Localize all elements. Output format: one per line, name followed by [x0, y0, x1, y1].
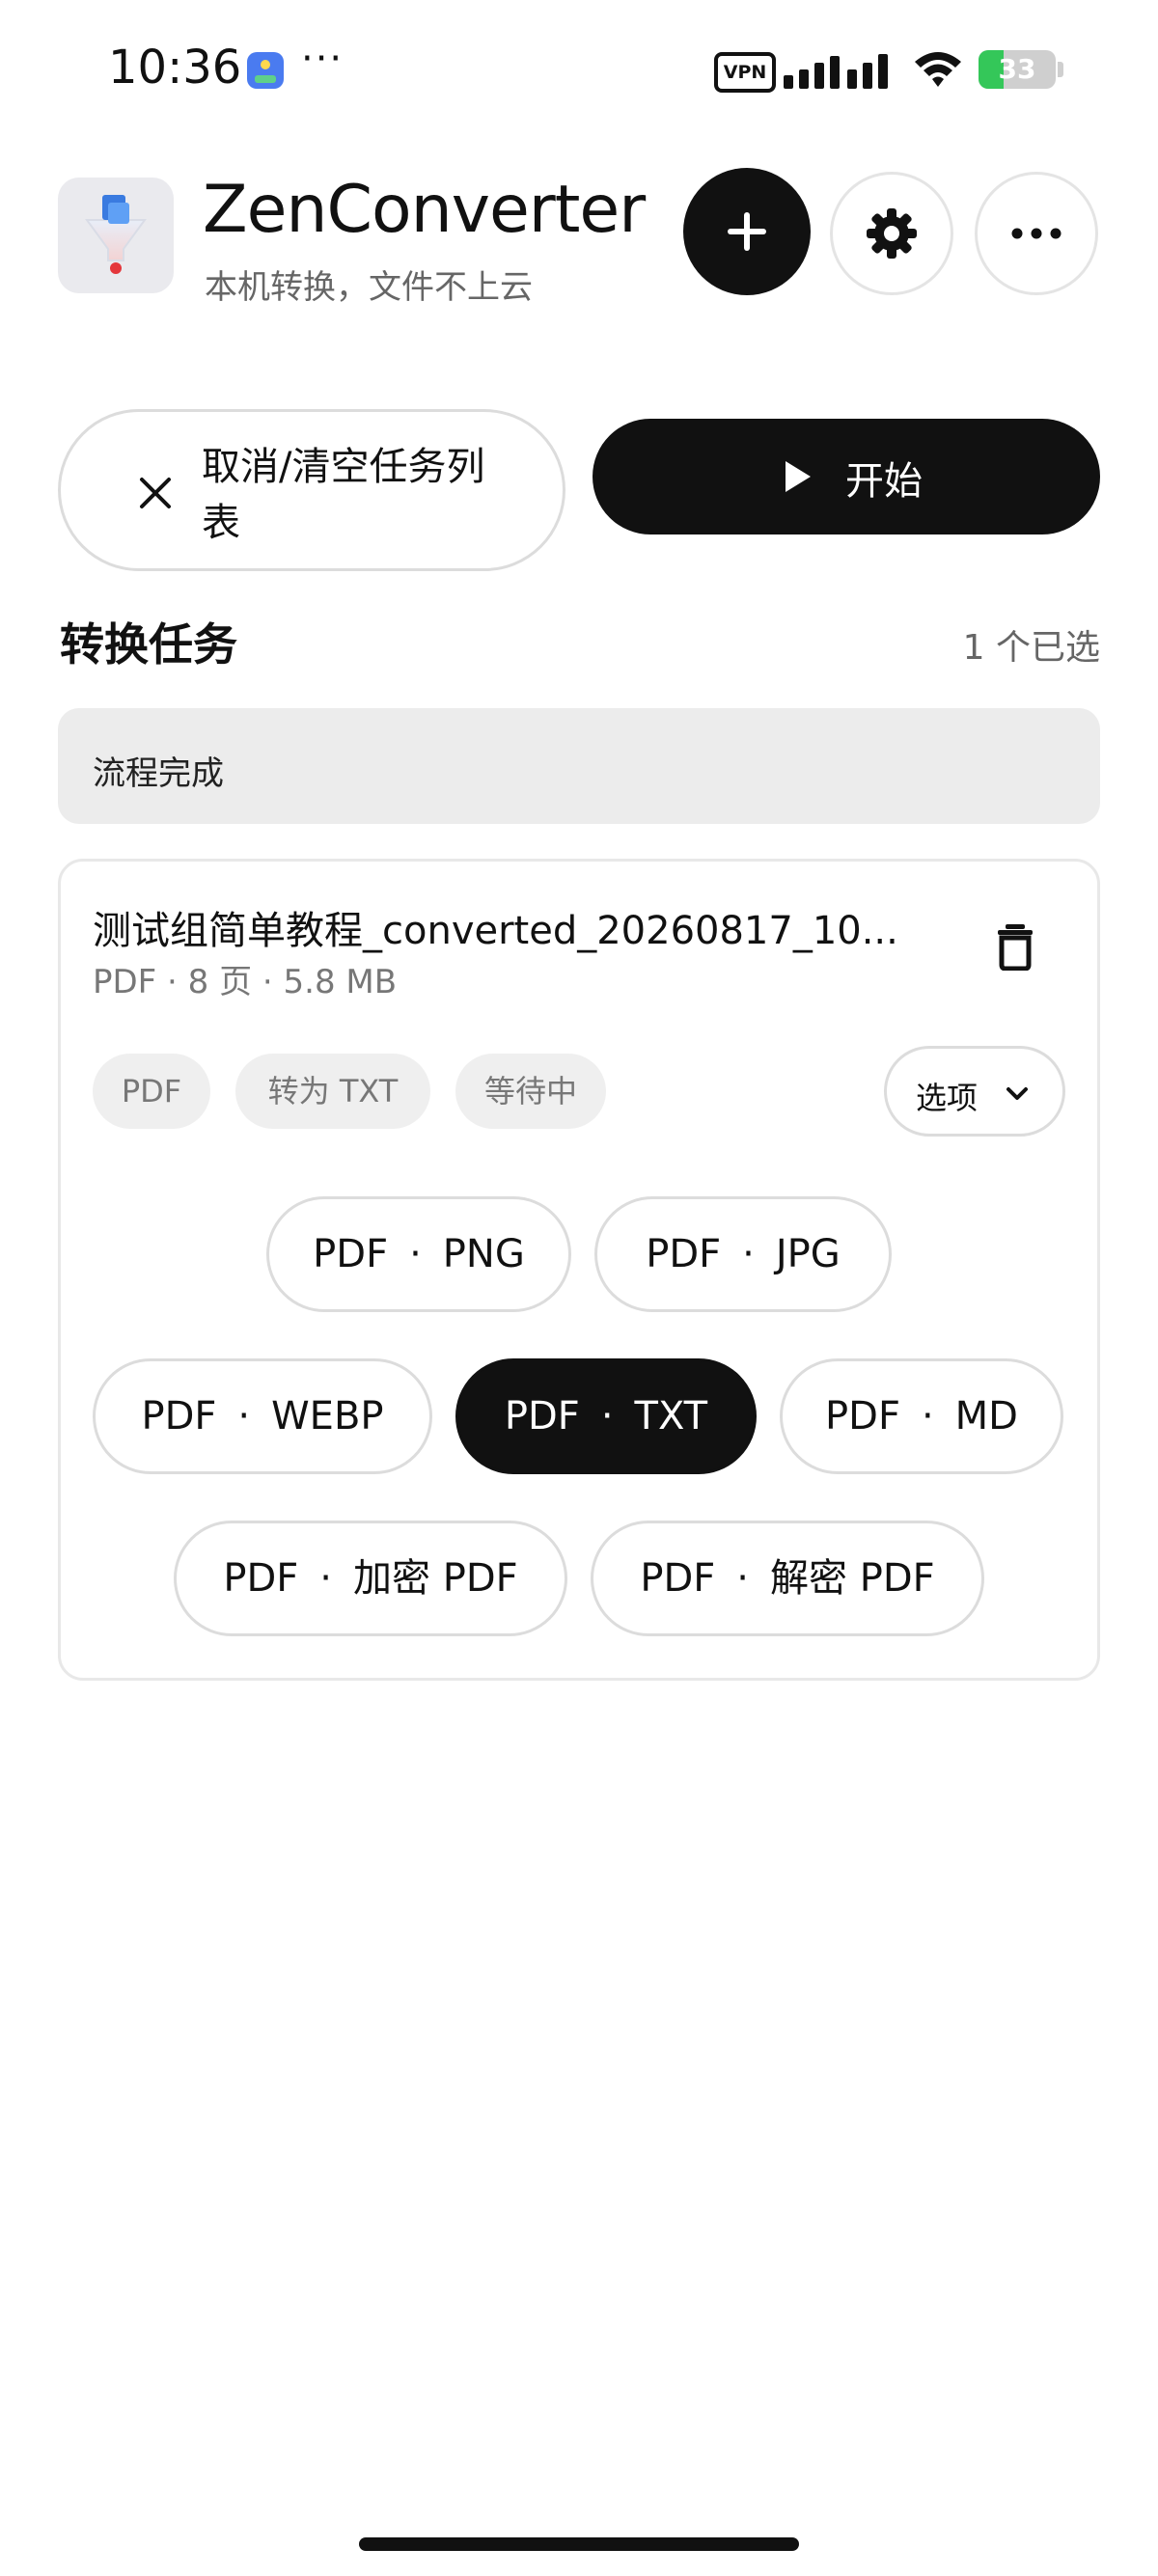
trash-icon[interactable]	[996, 922, 1034, 971]
add-file-button[interactable]	[683, 168, 811, 295]
file-meta: PDF · 8 页 · 5.8 MB	[93, 963, 398, 1001]
task-status-chip: 等待中	[455, 1054, 606, 1129]
format-option-md[interactable]: PDF · MD	[780, 1358, 1063, 1474]
more-icon	[1011, 228, 1062, 239]
status-message: 流程完成	[93, 754, 224, 793]
close-icon	[140, 478, 171, 508]
cancel-clear-tasks-button[interactable]: 取消/清空任务列表	[58, 409, 565, 571]
app-title: ZenConverter	[203, 172, 646, 248]
target-format-chip: 转为 TXT	[235, 1054, 430, 1129]
app-notification-icon	[247, 52, 284, 89]
format-option-png[interactable]: PDF · PNG	[266, 1196, 571, 1312]
more-options-button[interactable]	[975, 172, 1098, 295]
format-option-encrypt-pdf[interactable]: PDF · 加密 PDF	[174, 1521, 567, 1636]
settings-button[interactable]	[830, 172, 953, 295]
start-button[interactable]: 开始	[593, 419, 1100, 534]
format-option-txt[interactable]: PDF · TXT	[455, 1358, 757, 1474]
file-name: 测试组简单教程_converted_20260817_10...	[93, 909, 898, 953]
gear-icon	[867, 208, 917, 259]
format-option-jpg[interactable]: PDF · JPG	[594, 1196, 892, 1312]
options-dropdown[interactable]: 选项	[884, 1046, 1065, 1137]
selected-count: 1 个已选	[962, 628, 1100, 668]
format-option-decrypt-pdf[interactable]: PDF · 解密 PDF	[591, 1521, 984, 1636]
format-option-webp[interactable]: PDF · WEBP	[93, 1358, 432, 1474]
status-banner: 流程完成	[58, 708, 1100, 824]
chevron-down-icon	[1006, 1087, 1028, 1100]
battery-tip	[1058, 62, 1063, 77]
app-subtitle: 本机转换，文件不上云	[205, 268, 533, 307]
add-icon	[728, 212, 766, 251]
wifi-icon	[915, 52, 961, 87]
signal-icon	[784, 54, 888, 89]
more-notifications-icon: ···	[301, 37, 345, 81]
section-title: 转换任务	[60, 618, 237, 671]
home-indicator[interactable]	[359, 2537, 799, 2551]
status-time: 10:36	[108, 41, 242, 95]
source-format-chip: PDF	[93, 1054, 210, 1129]
play-icon	[786, 461, 811, 492]
funnel-logo-icon	[58, 178, 174, 293]
options-label: 选项	[916, 1080, 979, 1116]
start-label: 开始	[845, 459, 923, 504]
battery-icon: 33	[979, 50, 1056, 89]
vpn-icon: VPN	[714, 52, 776, 93]
cancel-clear-label: 取消/清空任务列表	[202, 445, 485, 545]
